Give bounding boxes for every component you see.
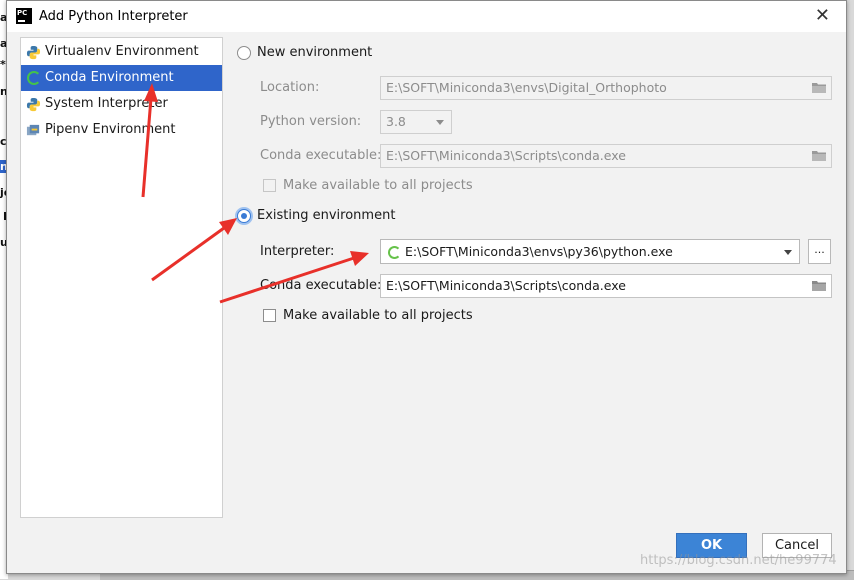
python-version-select[interactable]: 3.8 — [380, 110, 452, 134]
python-icon — [26, 97, 41, 112]
make-available-checkbox-new[interactable] — [263, 179, 276, 192]
add-python-interpreter-dialog: PC Add Python Interpreter ✕ Virtualenv E… — [6, 0, 847, 574]
env-item-conda[interactable]: Conda Environment — [21, 65, 222, 91]
pipenv-icon — [26, 124, 40, 136]
conda-executable-value-existing: E:\SOFT\Miniconda3\Scripts\conda.exe — [386, 278, 626, 293]
conda-executable-field-new[interactable]: E:\SOFT\Miniconda3\Scripts\conda.exe — [380, 144, 832, 168]
pycharm-icon: PC — [16, 8, 32, 24]
make-available-checkbox-existing[interactable] — [263, 309, 276, 322]
interpreter-select[interactable]: E:\SOFT\Miniconda3\envs\py36\python.exe — [380, 239, 800, 264]
location-value: E:\SOFT\Miniconda3\envs\Digital_Orthopho… — [386, 80, 667, 95]
chevron-down-icon — [436, 120, 444, 125]
conda-executable-field-existing[interactable]: E:\SOFT\Miniconda3\Scripts\conda.exe — [380, 274, 832, 298]
interpreter-label: Interpreter: — [260, 244, 335, 259]
new-environment-label: New environment — [257, 45, 373, 60]
make-available-label-new: Make available to all projects — [283, 178, 473, 193]
dialog-title: Add Python Interpreter — [39, 9, 188, 24]
environment-type-list: Virtualenv Environment Conda Environment… — [20, 37, 223, 518]
folder-icon[interactable] — [812, 280, 826, 291]
new-environment-radio[interactable] — [237, 46, 251, 60]
env-item-pipenv[interactable]: Pipenv Environment — [21, 117, 222, 143]
env-item-system-interpreter[interactable]: System Interpreter — [21, 91, 222, 117]
conda-executable-value-new: E:\SOFT\Miniconda3\Scripts\conda.exe — [386, 148, 626, 163]
chevron-down-icon — [784, 250, 792, 255]
python-version-value: 3.8 — [386, 114, 406, 129]
python-version-label: Python version: — [260, 114, 362, 129]
location-label: Location: — [260, 80, 320, 95]
interpreter-value: E:\SOFT\Miniconda3\envs\py36\python.exe — [405, 244, 673, 259]
folder-icon[interactable] — [812, 82, 826, 93]
folder-icon[interactable] — [812, 150, 826, 161]
env-item-label: Conda Environment — [45, 70, 174, 85]
conda-executable-label-existing: Conda executable: — [260, 278, 382, 293]
env-item-virtualenv[interactable]: Virtualenv Environment — [21, 39, 222, 65]
title-bar: PC Add Python Interpreter ✕ — [7, 1, 846, 32]
browse-interpreter-button[interactable]: ... — [808, 239, 831, 264]
conda-executable-label-new: Conda executable: — [260, 148, 382, 163]
existing-environment-radio[interactable] — [237, 209, 251, 223]
env-item-label: System Interpreter — [45, 96, 168, 111]
watermark-text: https://blog.csdn.net/he99774 — [640, 553, 837, 568]
env-item-label: Pipenv Environment — [45, 122, 176, 137]
python-icon — [26, 45, 41, 60]
close-icon[interactable]: ✕ — [815, 5, 830, 27]
existing-environment-label: Existing environment — [257, 208, 396, 223]
conda-icon — [27, 71, 41, 85]
location-field[interactable]: E:\SOFT\Miniconda3\envs\Digital_Orthopho… — [380, 76, 832, 100]
conda-icon — [388, 246, 401, 259]
make-available-label-existing: Make available to all projects — [283, 308, 473, 323]
env-item-label: Virtualenv Environment — [45, 44, 199, 59]
